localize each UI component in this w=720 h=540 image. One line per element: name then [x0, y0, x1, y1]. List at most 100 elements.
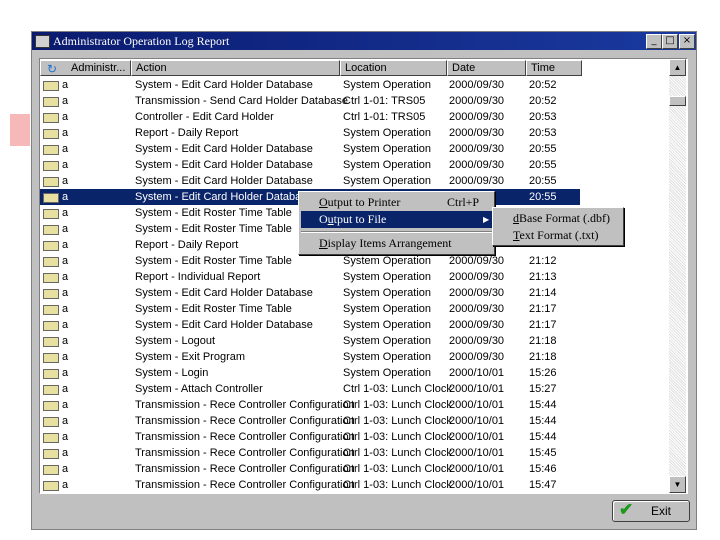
cell-admin: a [62, 127, 69, 139]
table-row[interactable]: a Transmission - Send Card Holder Databas… [40, 93, 580, 109]
title-bar: Administrator Operation Log Report _ □ × [32, 32, 696, 50]
cell-action: Transmission - Rece Controller Configura… [135, 447, 355, 459]
minimize-button[interactable]: _ [646, 34, 662, 49]
exit-button[interactable]: ✔ Exit [612, 500, 690, 522]
cell-action: System - Edit Card Holder Database [135, 191, 313, 203]
cell-action: Report - Daily Report [135, 239, 239, 251]
cell-admin: a [62, 191, 69, 203]
cell-action: System - Attach Controller [135, 383, 263, 395]
log-list[interactable]: ↻ Administr... Action Location Date Time… [39, 58, 688, 494]
cell-location: System Operation [343, 351, 432, 363]
table-row[interactable]: a System - Edit Roster Time Table System O… [40, 301, 580, 317]
cell-date: 2000/09/30 [449, 255, 505, 267]
cell-location: System Operation [343, 79, 432, 91]
cell-action: System - Edit Roster Time Table [135, 303, 292, 315]
column-header-date[interactable]: Date [447, 60, 526, 76]
table-row[interactable]: a Report - Individual Report System Operat… [40, 269, 580, 285]
cell-action: System - Edit Card Holder Database [135, 159, 313, 171]
menu-item-output-to-file[interactable]: Output to File ▶ [301, 211, 492, 228]
table-row[interactable]: a System - Logout System Operation 2000/09/… [40, 333, 580, 349]
operator-icon [43, 321, 59, 331]
maximize-button[interactable]: □ [662, 34, 678, 49]
table-row[interactable]: a System - Edit Card Holder Database Syste… [40, 285, 580, 301]
cell-date: 2000/09/30 [449, 175, 505, 187]
operator-icon [43, 369, 59, 379]
table-row[interactable]: a Transmission - Rece Controller Configur… [40, 397, 580, 413]
cell-time: 21:17 [529, 319, 557, 331]
table-row[interactable]: a System - Edit Card Holder Database Syste… [40, 157, 580, 173]
cell-admin: a [62, 479, 69, 491]
column-header-time[interactable]: Time [526, 60, 582, 76]
column-header-location[interactable]: Location [340, 60, 447, 76]
cell-admin: a [62, 303, 69, 315]
close-button[interactable]: × [679, 34, 695, 49]
menu-item-display-items-arrangement[interactable]: Display Items Arrangement [301, 235, 492, 252]
cell-action: System - Edit Roster Time Table [135, 207, 292, 219]
cell-date: 2000/10/01 [449, 463, 505, 475]
table-row[interactable]: a System - Exit Program System Operation 20… [40, 349, 580, 365]
cell-location: System Operation [343, 255, 432, 267]
cell-time: 15:44 [529, 415, 557, 427]
cell-date: 2000/10/01 [449, 399, 505, 411]
cell-location: System Operation [343, 175, 432, 187]
cell-action: System - Edit Card Holder Database [135, 143, 313, 155]
table-row[interactable]: a Transmission - Rece Controller Configur… [40, 445, 580, 461]
cell-action: Report - Daily Report [135, 127, 239, 139]
operator-icon [43, 81, 59, 91]
cell-admin: a [62, 351, 69, 363]
cell-admin: a [62, 207, 69, 219]
cell-location: Ctrl 1-03: Lunch Clock [343, 399, 452, 411]
scroll-up-button[interactable]: ▲ [669, 59, 686, 76]
operator-icon [43, 225, 59, 235]
cell-admin: a [62, 383, 69, 395]
table-row[interactable]: a System - Login System Operation 2000/10/0… [40, 365, 580, 381]
menu-item-output-to-printer[interactable]: Output to Printer Ctrl+P [301, 194, 492, 211]
cell-admin: a [62, 335, 69, 347]
table-row[interactable]: a System - Edit Card Holder Database Syste… [40, 173, 580, 189]
cell-admin: a [62, 111, 69, 123]
menu-separator [301, 231, 492, 233]
menu-item-text-format[interactable]: Text Format (.txt) [495, 227, 621, 244]
scroll-thumb[interactable] [669, 96, 686, 106]
table-row[interactable]: a Transmission - Rece Controller Configur… [40, 413, 580, 429]
operator-icon [43, 481, 59, 491]
menu-item-dbase-format[interactable]: dBase Format (.dbf) [495, 210, 621, 227]
cell-time: 21:18 [529, 335, 557, 347]
table-row[interactable]: a Transmission - Rece Controller Configur… [40, 477, 580, 493]
table-row[interactable]: a System - Edit Card Holder Database Syste… [40, 317, 580, 333]
cell-admin: a [62, 175, 69, 187]
cell-action: System - Exit Program [135, 351, 246, 363]
table-row[interactable]: a Transmission - Rece Controller Configur… [40, 429, 580, 445]
cell-time: 15:27 [529, 383, 557, 395]
cell-action: System - Edit Card Holder Database [135, 175, 313, 187]
cell-admin: a [62, 415, 69, 427]
cell-date: 2000/09/30 [449, 79, 505, 91]
table-row[interactable]: a System - Attach Controller Ctrl 1-03: Lu… [40, 381, 580, 397]
cell-admin: a [62, 239, 69, 251]
cell-time: 21:13 [529, 271, 557, 283]
cell-action: System - Edit Roster Time Table [135, 223, 292, 235]
operator-icon [43, 209, 59, 219]
cell-admin: a [62, 271, 69, 283]
table-row[interactable]: a Transmission - Rece Controller Configur… [40, 461, 580, 477]
operator-icon [43, 97, 59, 107]
operator-icon [43, 385, 59, 395]
submenu-arrow-icon: ▶ [483, 215, 490, 224]
table-row[interactable]: a System - Edit Card Holder Database Syste… [40, 141, 580, 157]
operator-icon [43, 353, 59, 363]
operator-icon [43, 129, 59, 139]
column-header-admin[interactable]: ↻ Administr... [40, 60, 131, 76]
table-row[interactable]: a System - Edit Card Holder Database Syste… [40, 77, 580, 93]
cell-date: 2000/10/01 [449, 383, 505, 395]
table-row[interactable]: a Report - Daily Report System Operation 20… [40, 125, 580, 141]
column-header-action[interactable]: Action [131, 60, 340, 76]
operator-icon [43, 417, 59, 427]
vertical-scrollbar[interactable]: ▲ ▼ [669, 59, 686, 493]
cell-location: Ctrl 1-03: Lunch Clock [343, 383, 452, 395]
cell-time: 21:14 [529, 287, 557, 299]
cell-action: Transmission - Rece Controller Configura… [135, 479, 355, 491]
table-row[interactable]: a Controller - Edit Card Holder Ctrl 1-01:… [40, 109, 580, 125]
table-row[interactable]: a System - Edit Roster Time Table System O… [40, 253, 580, 269]
scroll-down-button[interactable]: ▼ [669, 476, 686, 493]
operator-icon [43, 257, 59, 267]
